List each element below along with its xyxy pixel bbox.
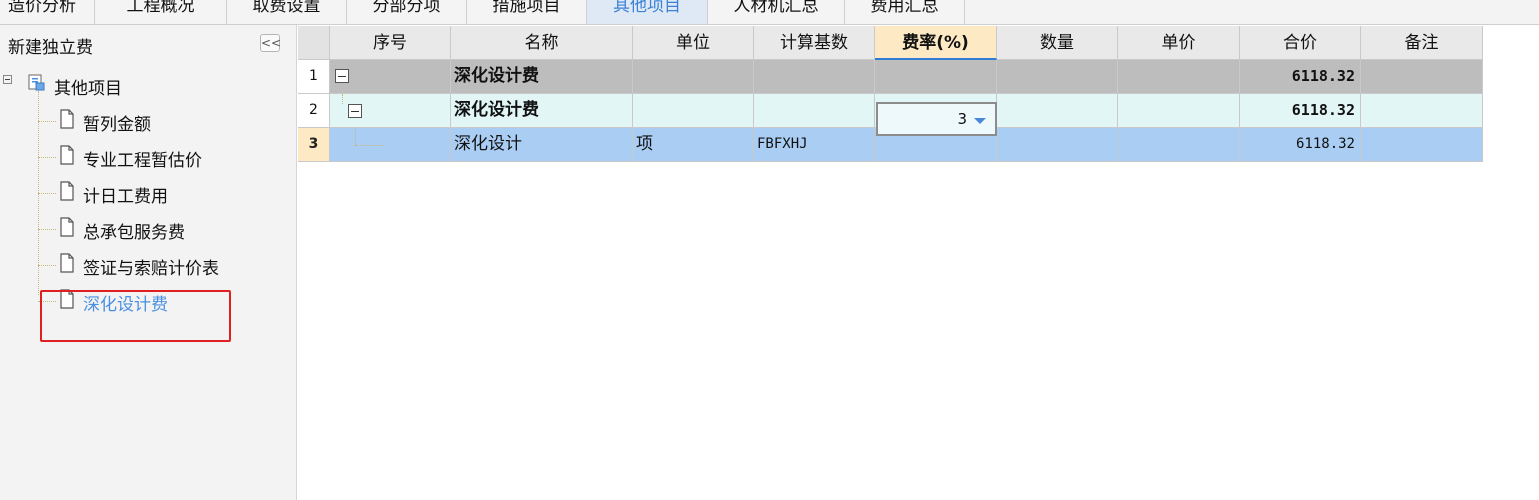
cell-seq[interactable] — [330, 60, 451, 94]
cell-note[interactable] — [1361, 94, 1483, 128]
cell-price[interactable] — [1118, 128, 1240, 162]
header-corner — [298, 26, 330, 60]
tree-collapse-toggle[interactable] — [3, 75, 12, 84]
cell-price[interactable] — [1118, 94, 1240, 128]
tab-project-overview[interactable]: 工程概况 — [95, 0, 227, 24]
cell-name[interactable]: 深化设计费 — [451, 60, 633, 94]
chevron-down-icon[interactable] — [974, 118, 986, 124]
document-icon — [59, 181, 75, 205]
cell-name[interactable]: 深化设计费 — [451, 94, 633, 128]
cell-base[interactable]: FBFXHJ — [754, 128, 875, 162]
collapse-row-icon[interactable] — [335, 69, 349, 83]
document-icon — [59, 145, 75, 169]
col-header-price[interactable]: 单价 — [1118, 26, 1240, 60]
row-number[interactable]: 1 — [298, 60, 330, 94]
cell-note[interactable] — [1361, 60, 1483, 94]
cell-note[interactable] — [1361, 128, 1483, 162]
cell-name[interactable]: 深化设计 — [451, 128, 633, 162]
tab-sub-items[interactable]: 分部分项 — [347, 0, 467, 24]
tree-root-label[interactable]: 其他项目 — [54, 74, 122, 99]
rate-dropdown-input[interactable]: 3 — [876, 102, 997, 136]
tab-bar: 造价分析 工程概况 取费设置 分部分项 措施项目 其他项目 人材机汇总 费用汇总 — [0, 0, 1539, 25]
cell-total[interactable]: 6118.32 — [1240, 94, 1361, 128]
cell-qty[interactable] — [997, 128, 1118, 162]
cell-unit[interactable] — [633, 94, 754, 128]
col-header-total[interactable]: 合价 — [1240, 26, 1361, 60]
tab-cost-analysis[interactable]: 造价分析 — [0, 0, 95, 24]
tree-item-label: 专业工程暂估价 — [83, 151, 202, 171]
cell-price[interactable] — [1118, 60, 1240, 94]
collapse-row-icon[interactable] — [348, 104, 362, 118]
cell-unit[interactable]: 项 — [633, 128, 754, 162]
tab-other-items[interactable]: 其他项目 — [587, 0, 708, 24]
tab-fee-settings[interactable]: 取费设置 — [227, 0, 347, 24]
cell-seq[interactable] — [330, 94, 451, 128]
collapse-sidebar-button[interactable]: << — [260, 34, 281, 52]
project-folder-icon — [27, 72, 47, 96]
cell-base[interactable] — [754, 94, 875, 128]
cell-qty[interactable] — [997, 60, 1118, 94]
cell-base[interactable] — [754, 60, 875, 94]
col-header-unit[interactable]: 单位 — [633, 26, 754, 60]
col-header-seq[interactable]: 序号 — [330, 26, 451, 60]
cell-rate[interactable] — [875, 60, 997, 94]
row-number[interactable]: 2 — [298, 94, 330, 128]
rate-value: 3 — [957, 110, 967, 128]
document-icon — [59, 109, 75, 133]
tree-item-label: 签证与索赔计价表 — [83, 259, 219, 279]
tree-item-label: 暂列金额 — [83, 115, 151, 135]
tab-labor-material-summary[interactable]: 人材机汇总 — [708, 0, 845, 24]
cell-total[interactable]: 6118.32 — [1240, 128, 1361, 162]
sidebar: 新建独立费 << 其他项目 暂列金额 专业工程暂估价 计日工费用 总承包服务费 … — [0, 25, 297, 500]
document-icon — [59, 217, 75, 241]
row-number[interactable]: 3 — [298, 128, 330, 162]
tree-item-label: 计日工费用 — [83, 187, 168, 207]
tab-fee-summary[interactable]: 费用汇总 — [845, 0, 965, 24]
cell-seq[interactable] — [330, 128, 451, 162]
highlight-box — [40, 290, 231, 342]
tree-item-label: 总承包服务费 — [83, 223, 185, 243]
col-header-name[interactable]: 名称 — [451, 26, 633, 60]
cell-total[interactable]: 6118.32 — [1240, 60, 1361, 94]
col-header-rate[interactable]: 费率(%) — [875, 26, 997, 60]
col-header-base[interactable]: 计算基数 — [754, 26, 875, 60]
col-header-note[interactable]: 备注 — [1361, 26, 1483, 60]
document-icon — [59, 253, 75, 277]
col-header-qty[interactable]: 数量 — [997, 26, 1118, 60]
tab-measures[interactable]: 措施项目 — [467, 0, 587, 24]
sidebar-title: 新建独立费 — [8, 38, 93, 58]
cell-unit[interactable] — [633, 60, 754, 94]
cell-qty[interactable] — [997, 94, 1118, 128]
